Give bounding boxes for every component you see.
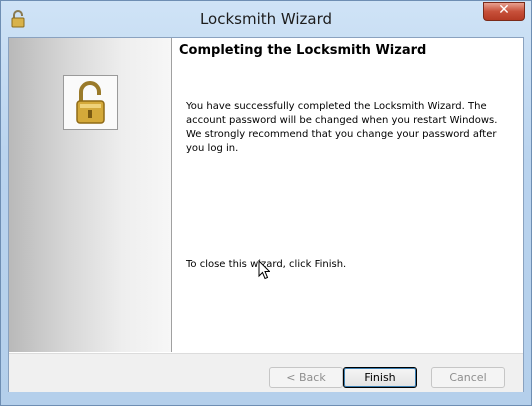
finish-button[interactable]: Finish bbox=[343, 367, 417, 388]
close-icon: ✕ bbox=[498, 2, 510, 18]
mouse-pointer-icon bbox=[258, 260, 270, 280]
close-button[interactable]: ✕ bbox=[483, 2, 525, 21]
completion-message: You have successfully completed the Lock… bbox=[186, 101, 498, 154]
cancel-button[interactable]: Cancel bbox=[431, 367, 505, 388]
back-button[interactable]: < Back bbox=[269, 367, 343, 388]
wizard-side-panel bbox=[9, 38, 172, 352]
locksmith-wizard-window: Locksmith Wizard ✕ Completing the Locksm… bbox=[0, 0, 532, 406]
page-title: Completing the Locksmith Wizard bbox=[179, 43, 427, 58]
wizard-icon-frame bbox=[63, 75, 118, 130]
wizard-client-area: Completing the Locksmith Wizard You have… bbox=[8, 37, 524, 392]
wizard-button-bar: < Back Finish Cancel bbox=[9, 353, 523, 392]
window-title: Locksmith Wizard bbox=[199, 10, 333, 28]
title-bar[interactable]: Locksmith Wizard ✕ bbox=[1, 1, 531, 37]
open-padlock-icon bbox=[76, 81, 105, 124]
